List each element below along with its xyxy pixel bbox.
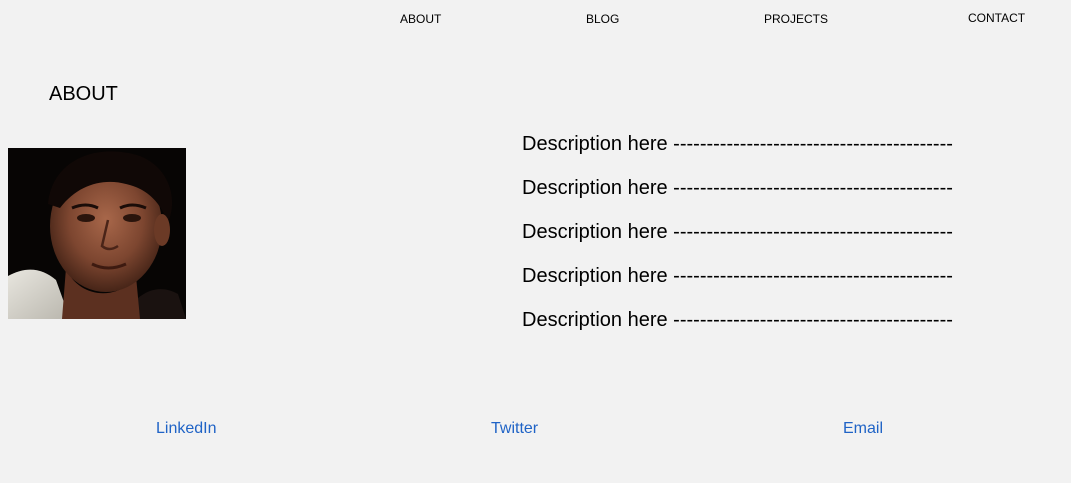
description-item: Description here -----------------------… — [522, 177, 953, 199]
nav-link-blog[interactable]: BLOG — [586, 12, 619, 26]
page: ABOUT BLOG PROJECTS CONTACT ABOUT Descri… — [0, 0, 1071, 483]
profile-photo-graphic — [8, 148, 186, 319]
description-item: Description here -----------------------… — [522, 133, 953, 155]
about-heading: ABOUT — [49, 83, 118, 105]
email-link[interactable]: Email — [843, 420, 883, 438]
description-item: Description here -----------------------… — [522, 221, 953, 243]
twitter-link[interactable]: Twitter — [491, 420, 538, 438]
description-list: Description here -----------------------… — [522, 132, 953, 352]
description-item: Description here -----------------------… — [522, 265, 953, 287]
linkedin-link[interactable]: LinkedIn — [156, 420, 217, 438]
nav-link-projects[interactable]: PROJECTS — [764, 12, 828, 26]
description-item: Description here -----------------------… — [522, 309, 953, 331]
nav-link-about[interactable]: ABOUT — [400, 12, 441, 26]
profile-photo — [8, 148, 186, 319]
nav-link-contact[interactable]: CONTACT — [968, 11, 1025, 25]
